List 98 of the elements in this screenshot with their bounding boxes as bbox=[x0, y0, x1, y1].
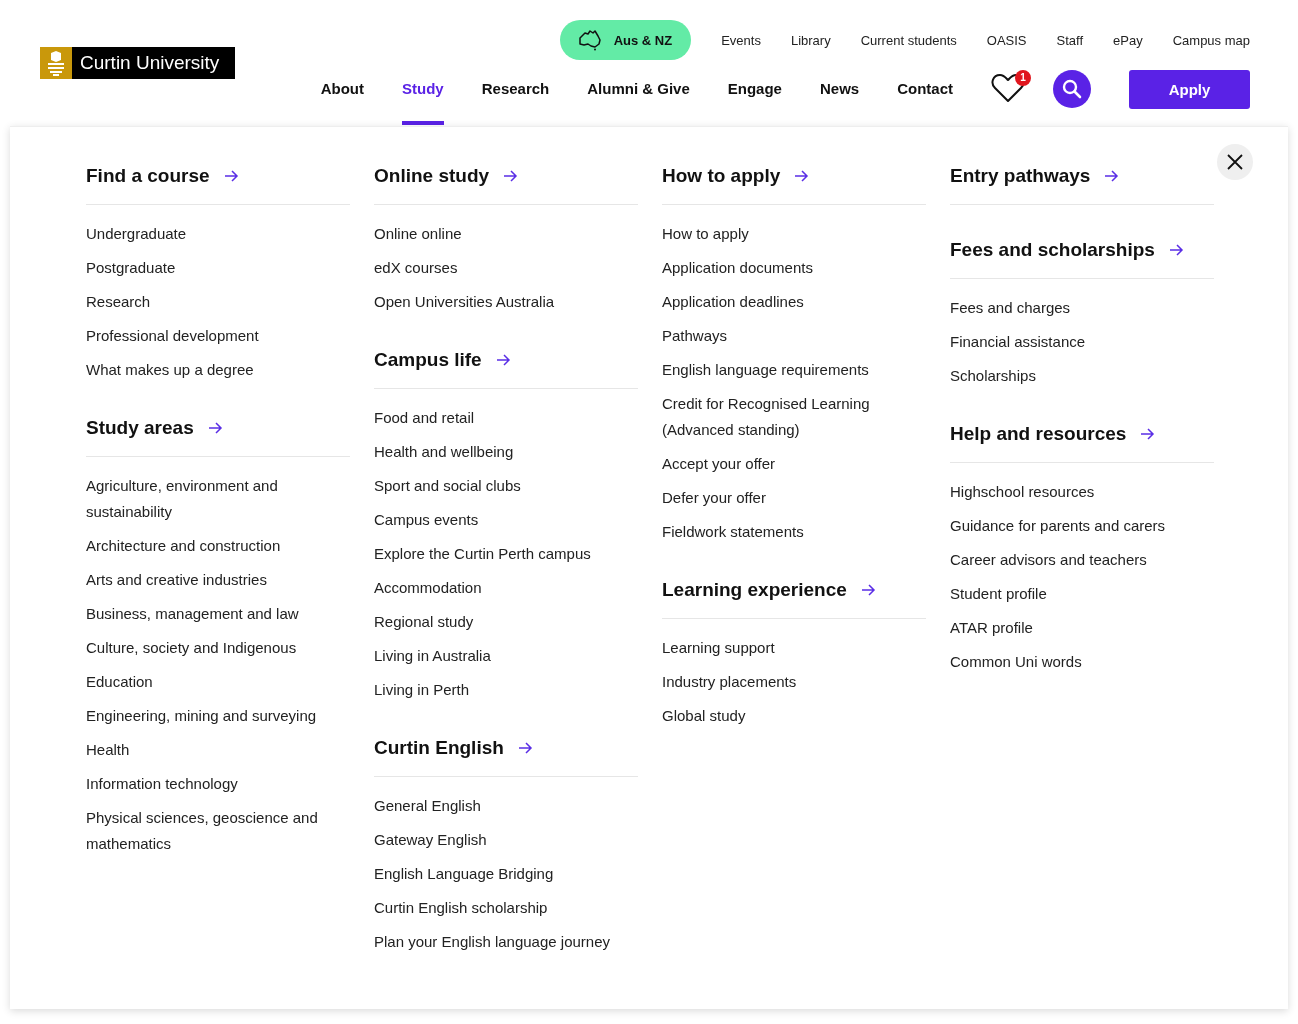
utility-link[interactable]: Events bbox=[721, 32, 761, 48]
arrow-right-icon bbox=[1104, 169, 1120, 183]
menu-link[interactable]: Student profile bbox=[950, 581, 1214, 607]
arrow-right-icon bbox=[1140, 427, 1156, 441]
menu-link[interactable]: Accommodation bbox=[374, 575, 638, 601]
menu-link[interactable]: Food and retail bbox=[374, 405, 638, 431]
menu-link[interactable]: Physical sciences, geoscience and mathematics bbox=[86, 805, 350, 857]
menu-link[interactable]: Fieldwork statements bbox=[662, 519, 926, 545]
menu-link[interactable]: Regional study bbox=[374, 609, 638, 635]
heart-icon[interactable] bbox=[991, 72, 1025, 104]
utility-link[interactable]: Current students bbox=[860, 32, 957, 48]
menu-link[interactable]: Common Uni words bbox=[950, 649, 1214, 675]
utility-link[interactable]: Staff bbox=[1056, 32, 1084, 48]
menu-link[interactable]: Online online bbox=[374, 221, 638, 247]
arrow-right-icon bbox=[1168, 243, 1184, 257]
menu-link[interactable]: English language requirements bbox=[662, 357, 926, 383]
menu-link[interactable]: Living in Perth bbox=[374, 677, 638, 703]
menu-link[interactable]: Financial assistance bbox=[950, 329, 1214, 355]
section-heading-link[interactable]: Learning experience bbox=[662, 579, 847, 601]
section-heading-link[interactable]: Study areas bbox=[86, 417, 194, 439]
menu-link[interactable]: Health bbox=[86, 737, 350, 763]
arrow-right-icon bbox=[860, 583, 876, 597]
menu-link[interactable]: Guidance for parents and carers bbox=[950, 513, 1214, 539]
section-heading-link[interactable]: Online study bbox=[374, 165, 490, 187]
logo[interactable]: Curtin University bbox=[40, 47, 236, 79]
section-heading-link[interactable]: Curtin English bbox=[374, 737, 504, 759]
menu-link[interactable]: Industry placements bbox=[662, 669, 926, 695]
menu-link[interactable]: Professional development bbox=[86, 323, 350, 349]
section-heading-link[interactable]: Fees and scholarships bbox=[950, 239, 1155, 261]
menu-link[interactable]: Accept your offer bbox=[662, 451, 926, 477]
menu-link[interactable]: Culture, society and Indigenous bbox=[86, 635, 350, 661]
section-heading-link[interactable]: Find a course bbox=[86, 165, 210, 187]
arrow-right-icon bbox=[517, 741, 533, 755]
nav-tab[interactable]: Alumni & Give bbox=[587, 69, 690, 125]
menu-link[interactable]: Gateway English bbox=[374, 827, 638, 853]
menu-link[interactable]: Pathways bbox=[662, 323, 926, 349]
menu-link[interactable]: General English bbox=[374, 793, 638, 819]
menu-link[interactable]: Health and wellbeing bbox=[374, 439, 638, 465]
menu-link[interactable]: edX courses bbox=[374, 255, 638, 281]
menu-link[interactable]: Architecture and construction bbox=[86, 533, 350, 559]
utility-link[interactable]: ePay bbox=[1113, 32, 1143, 48]
australia-map-icon bbox=[577, 29, 602, 51]
region-button[interactable]: Aus & NZ bbox=[559, 20, 692, 60]
menu-link[interactable]: Arts and creative industries bbox=[86, 567, 350, 593]
menu-link[interactable]: Defer your offer bbox=[662, 485, 926, 511]
menu-link[interactable]: Career advisors and teachers bbox=[950, 547, 1214, 573]
arrow-right-icon bbox=[495, 353, 511, 367]
nav-tab[interactable]: Contact bbox=[897, 69, 953, 125]
close-icon bbox=[1227, 154, 1243, 170]
arrow-right-icon bbox=[223, 169, 239, 183]
logo-text: Curtin University bbox=[72, 47, 236, 79]
menu-link[interactable]: Research bbox=[86, 289, 350, 315]
menu-link[interactable]: What makes up a degree bbox=[86, 357, 350, 383]
nav-tab[interactable]: Engage bbox=[727, 69, 782, 125]
nav-tab[interactable]: News bbox=[819, 69, 860, 125]
menu-link[interactable]: Campus events bbox=[374, 507, 638, 533]
menu-link[interactable]: Agriculture, environment and sustainability bbox=[86, 473, 350, 525]
apply-button[interactable]: Apply bbox=[1129, 69, 1250, 109]
menu-link[interactable]: Undergraduate bbox=[86, 221, 350, 247]
arrow-right-icon bbox=[503, 169, 519, 183]
menu-link[interactable]: Learning support bbox=[662, 635, 926, 661]
search-icon bbox=[1062, 79, 1082, 99]
menu-link[interactable]: Living in Australia bbox=[374, 643, 638, 669]
menu-link[interactable]: Scholarships bbox=[950, 363, 1214, 389]
arrow-right-icon bbox=[207, 421, 223, 435]
menu-link[interactable]: How to apply bbox=[662, 221, 926, 247]
search-button[interactable] bbox=[1053, 70, 1091, 108]
nav-tab[interactable]: About bbox=[320, 69, 365, 125]
menu-link[interactable]: Global study bbox=[662, 703, 926, 729]
menu-link[interactable]: Application deadlines bbox=[662, 289, 926, 315]
menu-link[interactable]: Highschool resources bbox=[950, 479, 1214, 505]
utility-link[interactable]: Library bbox=[790, 32, 831, 48]
nav-tab[interactable]: Research bbox=[481, 69, 550, 125]
utility-link[interactable]: Campus map bbox=[1172, 32, 1250, 48]
menu-link[interactable]: English Language Bridging bbox=[374, 861, 638, 887]
close-button[interactable] bbox=[1217, 144, 1253, 180]
section-heading-link[interactable]: How to apply bbox=[662, 165, 781, 187]
crest-icon bbox=[40, 47, 72, 79]
menu-link[interactable]: Curtin English scholarship bbox=[374, 895, 638, 921]
menu-link[interactable]: Application documents bbox=[662, 255, 926, 281]
menu-link[interactable]: Information technology bbox=[86, 771, 350, 797]
menu-link[interactable]: ATAR profile bbox=[950, 615, 1214, 641]
menu-link[interactable]: Plan your English language journey bbox=[374, 929, 638, 955]
menu-link[interactable]: Credit for Recognised Learning (Advanced standing) bbox=[662, 391, 926, 443]
menu-link[interactable]: Engineering, mining and surveying bbox=[86, 703, 350, 729]
menu-link[interactable]: Business, management and law bbox=[86, 601, 350, 627]
menu-link[interactable]: Education bbox=[86, 669, 350, 695]
wishlist-count-badge: 1 bbox=[1015, 70, 1031, 86]
menu-link[interactable]: Fees and charges bbox=[950, 295, 1214, 321]
utility-link[interactable]: OASIS bbox=[986, 32, 1027, 48]
section-heading-link[interactable]: Help and resources bbox=[950, 423, 1127, 445]
section-heading-link[interactable]: Entry pathways bbox=[950, 165, 1091, 187]
menu-link[interactable]: Explore the Curtin Perth campus bbox=[374, 541, 638, 567]
menu-link[interactable]: Postgraduate bbox=[86, 255, 350, 281]
menu-link[interactable]: Open Universities Australia bbox=[374, 289, 638, 315]
menu-link[interactable]: Sport and social clubs bbox=[374, 473, 638, 499]
section-heading-link[interactable]: Campus life bbox=[374, 349, 482, 371]
arrow-right-icon bbox=[794, 169, 810, 183]
